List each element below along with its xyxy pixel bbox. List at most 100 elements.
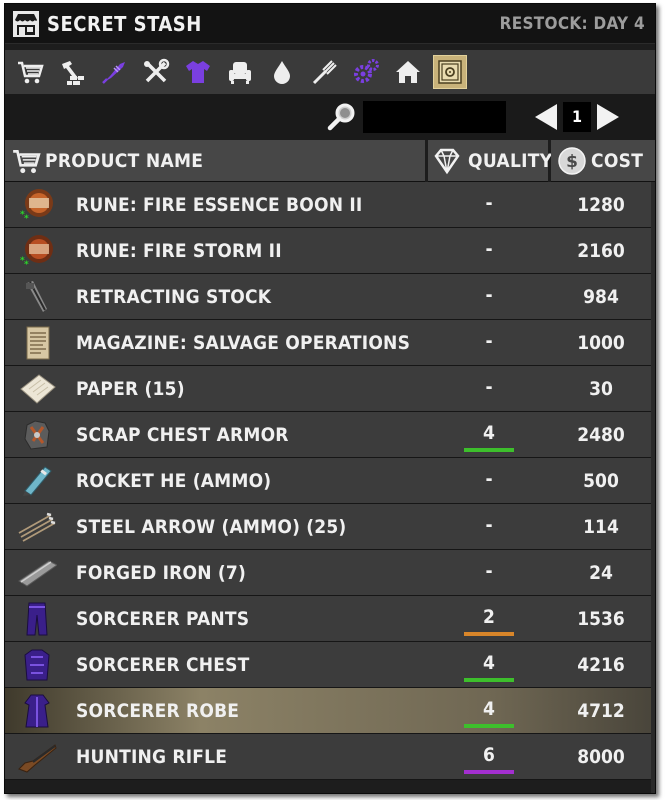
wrench-screwdriver-icon bbox=[144, 58, 170, 83]
category-magic-button[interactable] bbox=[97, 55, 131, 89]
product-cost: 1000 bbox=[577, 332, 625, 354]
shopping-cart-icon bbox=[18, 61, 44, 84]
category-food-button[interactable] bbox=[307, 55, 341, 89]
search-input[interactable] bbox=[363, 101, 506, 133]
quality-bar bbox=[464, 448, 514, 452]
window-title: SECRET STASH bbox=[47, 12, 202, 36]
product-name: SORCERER PANTS bbox=[76, 608, 250, 630]
category-building-button[interactable] bbox=[55, 55, 89, 89]
product-quality: - bbox=[485, 560, 493, 582]
column-label-cost: COST bbox=[591, 150, 644, 172]
product-cost: 500 bbox=[583, 470, 619, 492]
category-furniture-button[interactable] bbox=[223, 55, 257, 89]
page-number: 1 bbox=[563, 102, 591, 132]
product-quality: - bbox=[485, 192, 493, 214]
hunting-rifle-icon bbox=[18, 744, 57, 773]
product-row[interactable]: STEEL ARROW (AMMO) (25) - 114 bbox=[5, 504, 655, 550]
safe-icon bbox=[438, 60, 462, 84]
product-cost: 1536 bbox=[577, 608, 625, 630]
hammer-bricks-icon bbox=[62, 61, 84, 85]
product-name: SORCERER ROBE bbox=[76, 700, 240, 722]
product-row[interactable]: * * RUNE: FIRE ESSENCE BOON II - 1280 bbox=[5, 182, 655, 228]
title-bar: SECRET STASH RESTOCK: DAY 4 bbox=[5, 4, 655, 44]
column-header-cost[interactable]: $ COST bbox=[551, 140, 655, 182]
svg-text:*: * bbox=[20, 210, 25, 220]
product-name: SORCERER CHEST bbox=[76, 654, 250, 676]
product-cost: 2480 bbox=[577, 424, 625, 446]
shopping-cart-icon bbox=[13, 150, 41, 174]
product-name: RUNE: FIRE STORM II bbox=[76, 240, 282, 262]
page-next-button[interactable] bbox=[595, 102, 621, 132]
water-drop-icon bbox=[274, 61, 290, 84]
paper-icon bbox=[20, 374, 56, 404]
product-name: RETRACTING STOCK bbox=[76, 286, 272, 308]
store-icon bbox=[13, 11, 39, 37]
column-header-quality[interactable]: QUALITY bbox=[428, 140, 552, 182]
gears-icon bbox=[354, 59, 379, 83]
product-row[interactable]: SORCERER ROBE 4 4712 bbox=[5, 688, 655, 734]
product-row[interactable]: MAGAZINE: SALVAGE OPERATIONS - 1000 bbox=[5, 320, 655, 366]
svg-text:*: * bbox=[20, 256, 25, 266]
column-header-name[interactable]: PRODUCT NAME bbox=[5, 140, 425, 182]
product-quality: - bbox=[485, 376, 493, 398]
scrollbar-track[interactable] bbox=[651, 182, 655, 793]
product-row[interactable]: RETRACTING STOCK - 984 bbox=[5, 274, 655, 320]
scrap-chest-armor-icon bbox=[24, 420, 50, 450]
product-cost: 1280 bbox=[577, 194, 625, 216]
svg-text:*: * bbox=[24, 214, 29, 223]
search-icon bbox=[327, 103, 355, 131]
forged-iron-icon bbox=[18, 560, 57, 587]
armchair-icon bbox=[229, 62, 251, 84]
product-quality: 4 bbox=[483, 422, 495, 444]
category-safe-button[interactable] bbox=[433, 55, 467, 89]
product-name: HUNTING RIFLE bbox=[76, 746, 228, 768]
sorcerer-robe-icon bbox=[24, 694, 50, 728]
quality-bar bbox=[464, 632, 514, 636]
diamond-icon bbox=[434, 148, 460, 175]
category-bar bbox=[5, 50, 655, 94]
quality-bar bbox=[464, 678, 514, 682]
restock-label: RESTOCK: DAY 4 bbox=[499, 14, 645, 34]
product-list: * * RUNE: FIRE ESSENCE BOON II - 1280 * * … bbox=[5, 182, 655, 780]
fork-icon bbox=[312, 60, 337, 85]
product-cost: 4216 bbox=[577, 654, 625, 676]
product-cost: 984 bbox=[583, 286, 619, 308]
rune-fire-essence-icon: ** bbox=[20, 189, 53, 223]
magazine-icon bbox=[26, 326, 50, 360]
product-name: STEEL ARROW (AMMO) (25) bbox=[76, 516, 347, 538]
product-cost: 4712 bbox=[577, 700, 625, 722]
sorcerer-pants-icon bbox=[26, 602, 48, 636]
category-home-button[interactable] bbox=[391, 55, 425, 89]
magic-syringe-icon bbox=[102, 62, 125, 84]
product-row[interactable]: PAPER (15) - 30 bbox=[5, 366, 655, 412]
retracting-stock-icon bbox=[26, 281, 47, 312]
sorcerer-chest-icon bbox=[24, 649, 50, 681]
product-quality: 2 bbox=[483, 606, 495, 628]
product-row[interactable]: FORGED IRON (7) - 24 bbox=[5, 550, 655, 596]
svg-text:*: * bbox=[24, 260, 29, 269]
product-name: FORGED IRON (7) bbox=[76, 562, 247, 584]
product-name: MAGAZINE: SALVAGE OPERATIONS bbox=[76, 332, 411, 354]
rocket-icon bbox=[23, 466, 52, 496]
product-quality: - bbox=[485, 238, 493, 260]
product-quality: - bbox=[485, 514, 493, 536]
category-cart-button[interactable] bbox=[13, 55, 47, 89]
product-row[interactable]: SORCERER CHEST 4 4216 bbox=[5, 642, 655, 688]
category-parts-button[interactable] bbox=[349, 55, 383, 89]
product-row[interactable]: * * RUNE: FIRE STORM II - 2160 bbox=[5, 228, 655, 274]
product-row[interactable]: HUNTING RIFLE 6 8000 bbox=[5, 734, 655, 780]
product-row[interactable]: SCRAP CHEST ARMOR 4 2480 bbox=[5, 412, 655, 458]
product-quality: - bbox=[485, 284, 493, 306]
category-clothing-button[interactable] bbox=[181, 55, 215, 89]
search-row: 1 bbox=[5, 94, 655, 140]
product-quality: 4 bbox=[483, 652, 495, 674]
column-label-name: PRODUCT NAME bbox=[45, 150, 204, 172]
quality-bar bbox=[464, 770, 514, 774]
product-row[interactable]: SORCERER PANTS 2 1536 bbox=[5, 596, 655, 642]
product-cost: 2160 bbox=[577, 240, 625, 262]
page-prev-button[interactable] bbox=[533, 102, 559, 132]
product-row[interactable]: ROCKET HE (AMMO) - 500 bbox=[5, 458, 655, 504]
product-cost: 24 bbox=[589, 562, 613, 584]
category-water-button[interactable] bbox=[265, 55, 299, 89]
category-tools-button[interactable] bbox=[139, 55, 173, 89]
